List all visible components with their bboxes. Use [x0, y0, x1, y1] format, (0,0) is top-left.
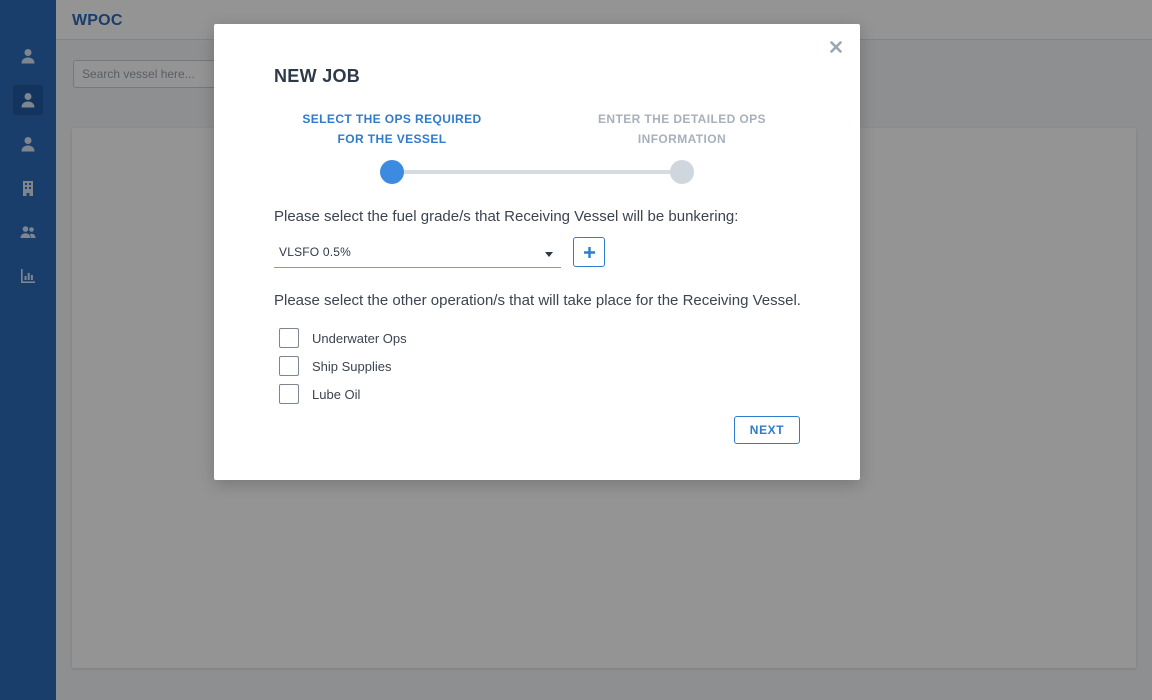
close-button[interactable]: [827, 38, 845, 56]
fuel-grade-prompt: Please select the fuel grade/s that Rece…: [274, 208, 739, 225]
stepper-track: [392, 170, 682, 174]
step-2-label-line-2: INFORMATION: [637, 132, 727, 146]
next-button[interactable]: NEXT: [734, 416, 800, 444]
plus-icon: [583, 246, 595, 258]
fuel-grade-select[interactable]: VLSFO 0.5%: [274, 240, 561, 268]
step-1-indicator[interactable]: [380, 160, 404, 184]
ship-supplies-label[interactable]: Ship Supplies: [312, 359, 392, 374]
add-fuel-grade-button[interactable]: [573, 237, 605, 267]
step-2-indicator[interactable]: [670, 160, 694, 184]
underwater-ops-checkbox[interactable]: [279, 328, 299, 348]
operation-option-ship-supplies: Ship Supplies: [279, 356, 392, 376]
operation-option-underwater-ops: Underwater Ops: [279, 328, 407, 348]
step-1-label-line-2: FOR THE VESSEL: [337, 132, 447, 146]
step-1-label-line-1: SELECT THE OPS REQUIRED: [302, 112, 482, 126]
close-icon: [830, 41, 842, 53]
ship-supplies-checkbox[interactable]: [279, 356, 299, 376]
step-2-label[interactable]: ENTER THE DETAILED OPS INFORMATION: [582, 109, 782, 149]
operation-option-lube-oil: Lube Oil: [279, 384, 360, 404]
underwater-ops-label[interactable]: Underwater Ops: [312, 331, 407, 346]
lube-oil-checkbox[interactable]: [279, 384, 299, 404]
lube-oil-label[interactable]: Lube Oil: [312, 387, 360, 402]
step-2-label-line-1: ENTER THE DETAILED OPS: [598, 112, 766, 126]
modal-title: NEW JOB: [274, 66, 361, 86]
caret-down-icon: [545, 252, 553, 257]
fuel-grade-value: VLSFO 0.5%: [279, 245, 352, 259]
other-ops-prompt: Please select the other operation/s that…: [274, 292, 801, 309]
new-job-modal: NEW JOB SELECT THE OPS REQUIRED FOR THE …: [214, 24, 860, 480]
step-1-label[interactable]: SELECT THE OPS REQUIRED FOR THE VESSEL: [292, 109, 492, 149]
